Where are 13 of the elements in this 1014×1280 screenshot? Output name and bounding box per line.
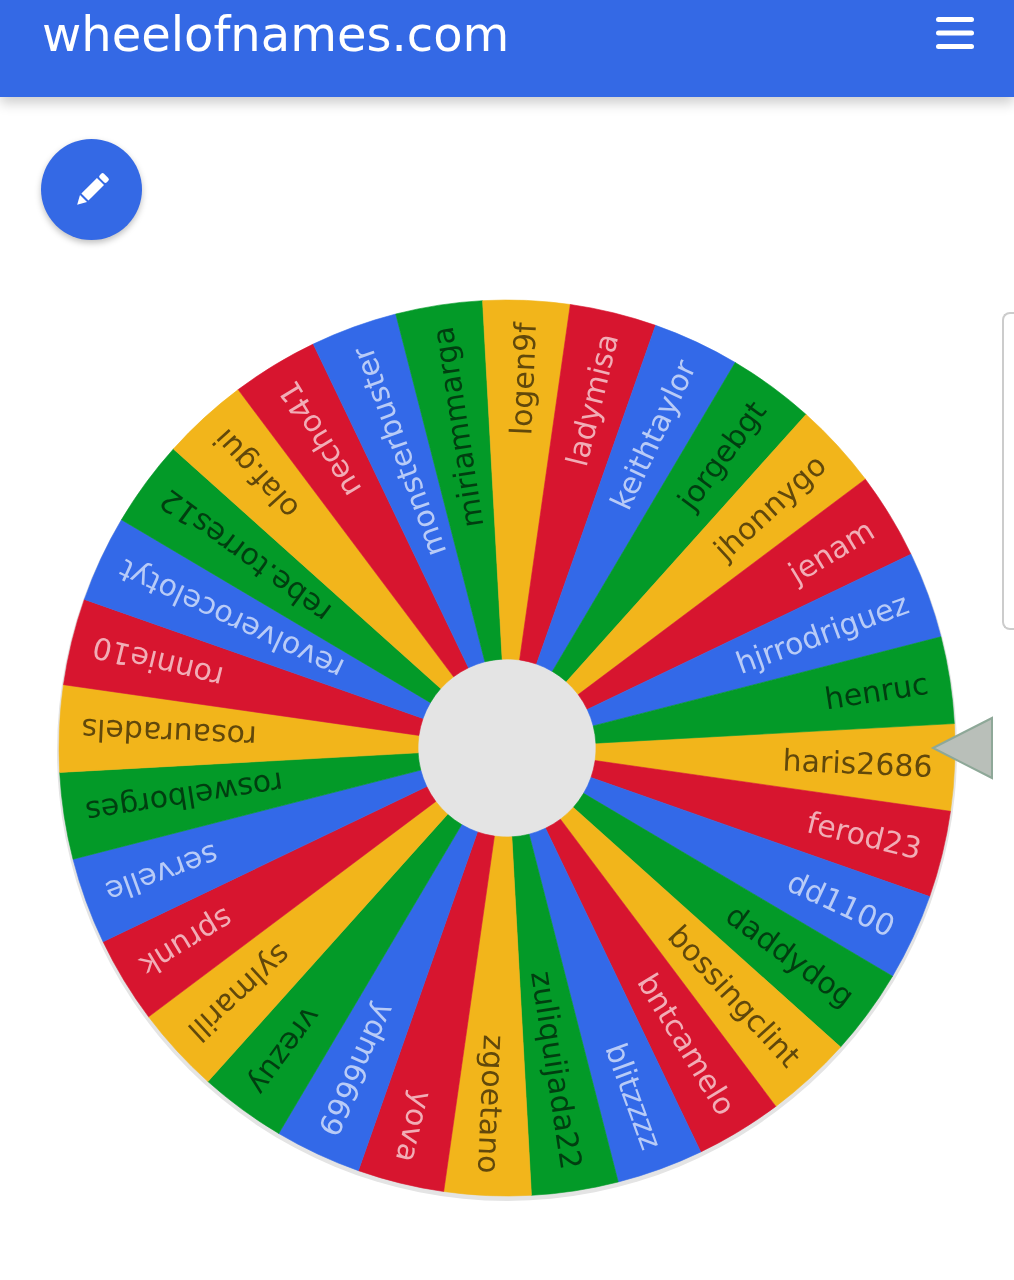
wheel-name: yova xyxy=(388,1087,440,1166)
wheel-name: haris2686 xyxy=(781,742,934,785)
wheel-name: zuliquijada22 xyxy=(524,968,590,1172)
pointer-icon xyxy=(930,716,993,780)
wheel-name: logen9f xyxy=(503,321,544,436)
wheel-name: henruc xyxy=(822,665,931,717)
wheel-name: rosauradels xyxy=(80,711,258,755)
wheel-name: roswelborges xyxy=(83,765,286,831)
edit-button[interactable] xyxy=(41,139,142,240)
site-title: wheelofnames.com xyxy=(42,9,510,58)
wheel-name: ferod23 xyxy=(803,804,925,867)
menu-icon[interactable] xyxy=(936,16,974,49)
wheel-name: zgoetano xyxy=(470,1033,512,1175)
